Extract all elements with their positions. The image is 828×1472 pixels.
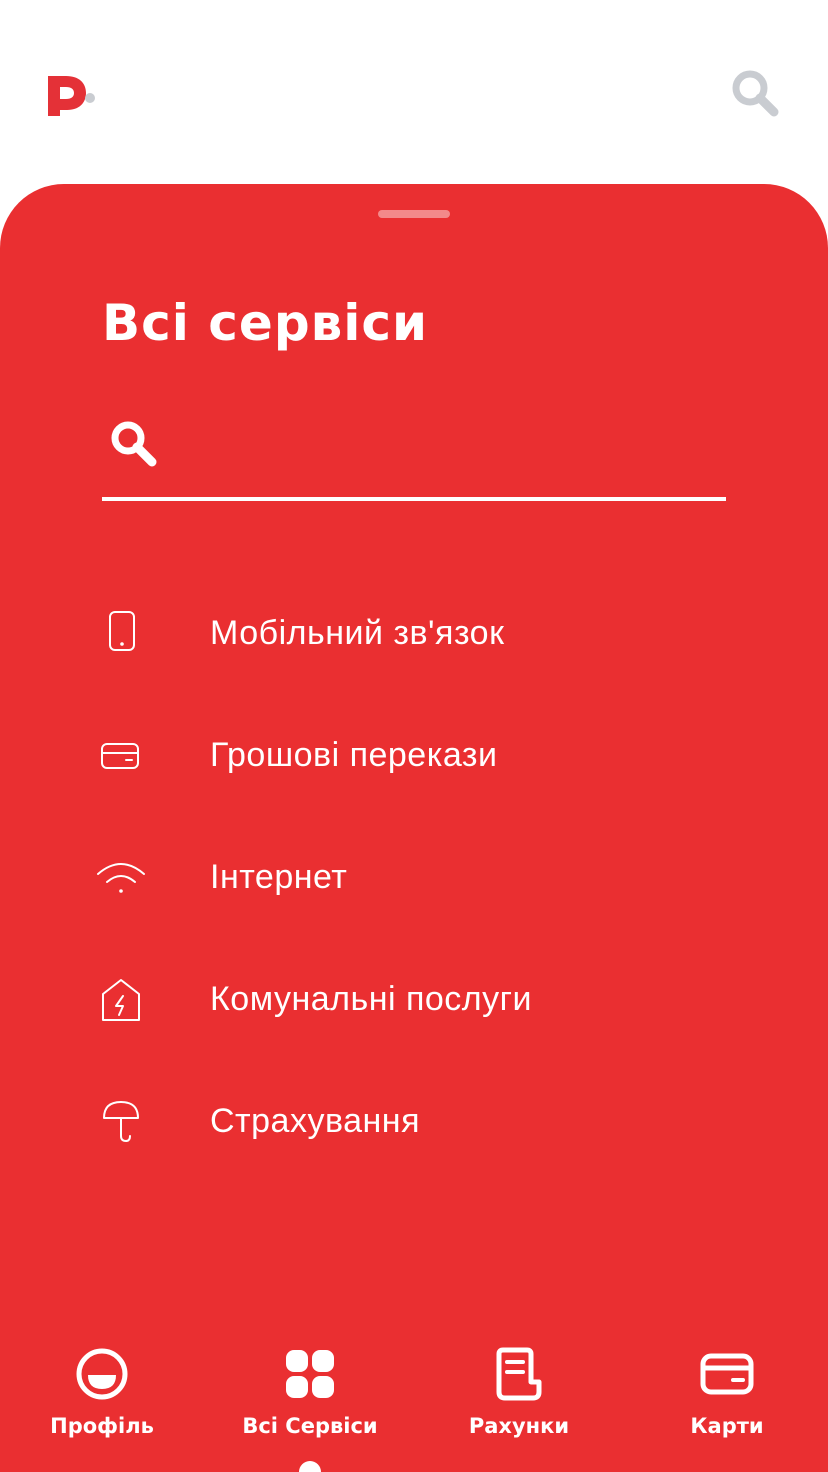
nav-label: Профіль [50, 1414, 154, 1438]
smile-icon [76, 1348, 128, 1400]
nav-item-all-services[interactable]: Всі Сервіси [210, 1340, 410, 1450]
service-item-mobile[interactable]: Мобільний зв'язок [92, 584, 752, 684]
nav-item-bills[interactable]: Рахунки [419, 1340, 619, 1450]
wifi-icon [97, 863, 145, 893]
service-label: Страхування [210, 1102, 420, 1140]
page-title: Всі сервіси [102, 294, 429, 352]
nav-label: Всі Сервіси [242, 1414, 378, 1438]
nav-item-cards[interactable]: Карти [627, 1340, 827, 1450]
top-bar [0, 0, 828, 184]
service-label: Мобільний зв'язок [210, 614, 505, 652]
services-search [102, 414, 726, 502]
service-label: Комунальні послуги [210, 980, 533, 1018]
service-label: Грошові перекази [210, 736, 498, 774]
p-logo-icon[interactable] [44, 62, 104, 122]
search-underline [102, 497, 726, 501]
bottom-nav: Профіль Всі Сервіси Рахунки Карти [0, 1340, 828, 1472]
service-item-insurance[interactable]: Страхування [92, 1072, 752, 1172]
service-item-internet[interactable]: Інтернет [92, 828, 752, 928]
service-item-transfers[interactable]: Грошові перекази [92, 706, 752, 806]
active-tab-indicator [299, 1461, 321, 1472]
service-label: Інтернет [210, 858, 348, 896]
card-icon [700, 1353, 754, 1395]
bills-icon [496, 1347, 542, 1401]
search-icon [111, 421, 157, 467]
services-sheet: Всі сервіси Мобільний зв'язок Грошові пе… [0, 184, 828, 1472]
search-icon[interactable] [728, 66, 784, 122]
umbrella-icon [103, 1101, 139, 1143]
nav-label: Карти [690, 1414, 764, 1438]
grid-icon [286, 1350, 334, 1398]
nav-label: Рахунки [468, 1414, 570, 1438]
card-icon [101, 743, 139, 769]
nav-item-profile[interactable]: Профіль [2, 1340, 202, 1450]
service-item-utilities[interactable]: Комунальні послуги [92, 950, 752, 1050]
phone-icon [109, 611, 135, 651]
house-lightning-icon [102, 979, 140, 1021]
sheet-drag-handle[interactable] [378, 210, 450, 218]
search-input[interactable] [182, 420, 722, 468]
